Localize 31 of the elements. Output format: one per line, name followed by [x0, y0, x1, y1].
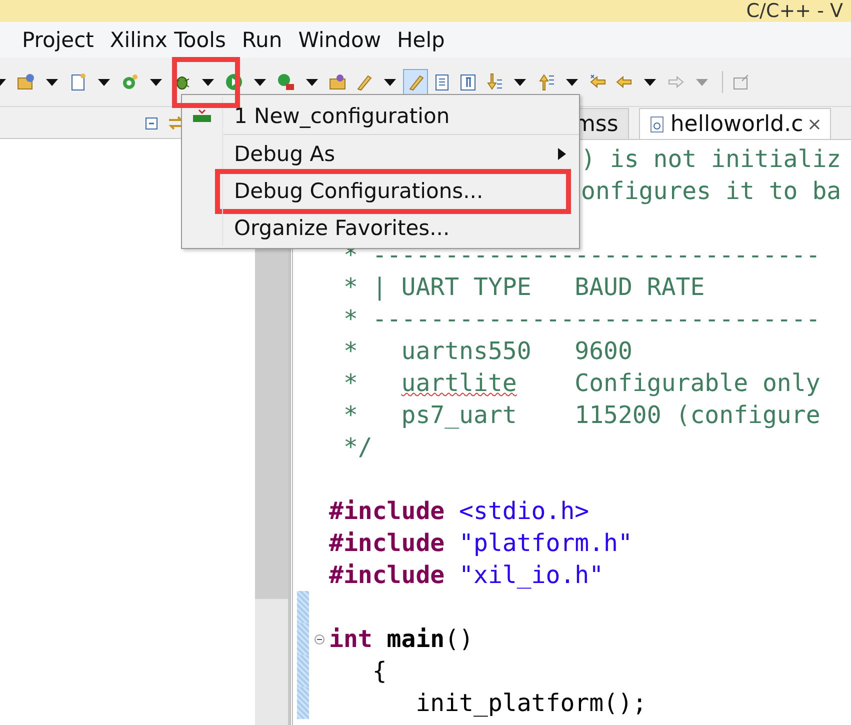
code-line: #include "platform.h" [329, 528, 632, 558]
code-line: * | UART TYPE BAUD RATE [342, 272, 705, 302]
c-file-icon [650, 116, 664, 132]
code-line: * uartlite Configurable only [342, 368, 820, 398]
menu-item[interactable]: Debug Configurations... [182, 172, 579, 209]
menu-item[interactable]: Debug As [182, 135, 579, 172]
menu-item[interactable]: Xilinx Tools [110, 28, 226, 52]
code-line: { [371, 656, 387, 686]
code-line: onfigures it to ba [581, 176, 842, 206]
collapse-all-icon[interactable] [143, 114, 159, 130]
menu-item[interactable]: Help [397, 28, 445, 52]
code-line: int main() [329, 624, 474, 654]
code-line: * ------------------------------- [342, 304, 820, 334]
code-line: #include "xil_io.h" [329, 560, 604, 590]
menu-item[interactable]: 1 New_configuration [182, 97, 579, 134]
code-line: */ [342, 432, 372, 462]
code-line: * uartns550 9600 [342, 336, 632, 366]
code-line: init_platform(); [414, 688, 647, 718]
menu-item[interactable]: Run [242, 28, 282, 52]
highlight-frame [172, 57, 240, 108]
menu-item[interactable]: Project [22, 28, 94, 52]
window-title: C/C++ - V [746, 0, 843, 22]
menu-item[interactable]: Window [298, 28, 381, 52]
code-line: ) is not initializ [581, 144, 842, 174]
menu-item[interactable]: Organize Favorites... [182, 209, 579, 246]
editor-tab[interactable]: helloworld.c [639, 108, 832, 139]
fold-icon[interactable] [314, 634, 324, 644]
code-line: #include <stdio.h> [329, 496, 590, 526]
code-line: * ps7_uart 115200 (configure [342, 400, 820, 430]
close-icon[interactable] [809, 118, 820, 130]
submenu-arrow-icon [557, 146, 567, 160]
